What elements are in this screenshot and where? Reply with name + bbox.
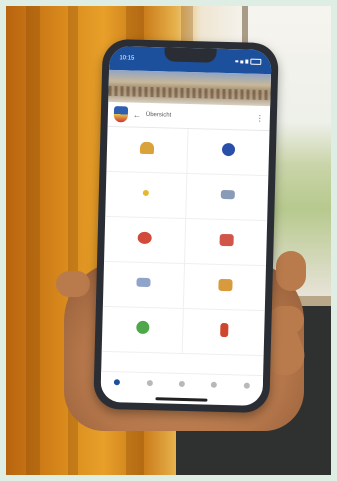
tile-emergency[interactable] [182, 308, 265, 357]
signal-icon [235, 60, 239, 63]
coat-of-arms-icon[interactable] [113, 106, 129, 123]
finger [56, 271, 90, 297]
fire-extinguisher-icon [219, 322, 228, 337]
finger [276, 251, 306, 291]
camera-notch [164, 47, 217, 63]
smartphone: 10:15 ← Übersicht ⋮ [93, 38, 279, 414]
status-time: 10:15 [119, 55, 135, 62]
star-icon [142, 189, 149, 196]
grid-icon[interactable] [146, 380, 153, 387]
photo-background: 10:15 ← Übersicht ⋮ [6, 6, 331, 475]
tile-recycle[interactable] [101, 306, 184, 354]
home-icon[interactable] [113, 379, 121, 386]
user-icon[interactable] [211, 381, 218, 388]
page-title: Übersicht [145, 111, 172, 119]
map-icon [217, 278, 233, 291]
tile-grid [101, 126, 270, 357]
recycle-icon [135, 320, 149, 335]
tile-burger[interactable] [106, 126, 189, 175]
tile-flower[interactable] [104, 216, 187, 264]
battery-icon [250, 58, 262, 65]
tile-map[interactable] [183, 263, 266, 312]
tile-news[interactable] [102, 261, 186, 309]
calendar-icon [219, 233, 234, 246]
bus-icon [220, 189, 235, 200]
bottom-navigation [100, 370, 264, 397]
arrow-left-icon[interactable]: ← [133, 110, 141, 119]
status-icons [235, 58, 262, 65]
home-indicator[interactable] [155, 397, 208, 402]
bell-icon[interactable] [178, 380, 185, 388]
tile-calendar[interactable] [185, 219, 268, 267]
header-banner-image [108, 69, 272, 107]
curtain-fold [26, 6, 40, 475]
phone-screen: 10:15 ← Übersicht ⋮ [100, 45, 272, 407]
burger-icon [139, 141, 155, 154]
tile-star[interactable] [105, 171, 188, 220]
tile-help[interactable] [187, 129, 270, 177]
settings-icon[interactable] [243, 382, 250, 389]
signal-icon [240, 59, 244, 63]
signal-icon [245, 59, 249, 64]
tile-bus[interactable] [186, 174, 269, 222]
banner-roofs [108, 85, 271, 101]
flower-icon [137, 231, 152, 244]
newspaper-icon [136, 277, 151, 288]
help-circle-icon [221, 142, 236, 157]
more-vert-icon[interactable]: ⋮ [256, 113, 264, 122]
